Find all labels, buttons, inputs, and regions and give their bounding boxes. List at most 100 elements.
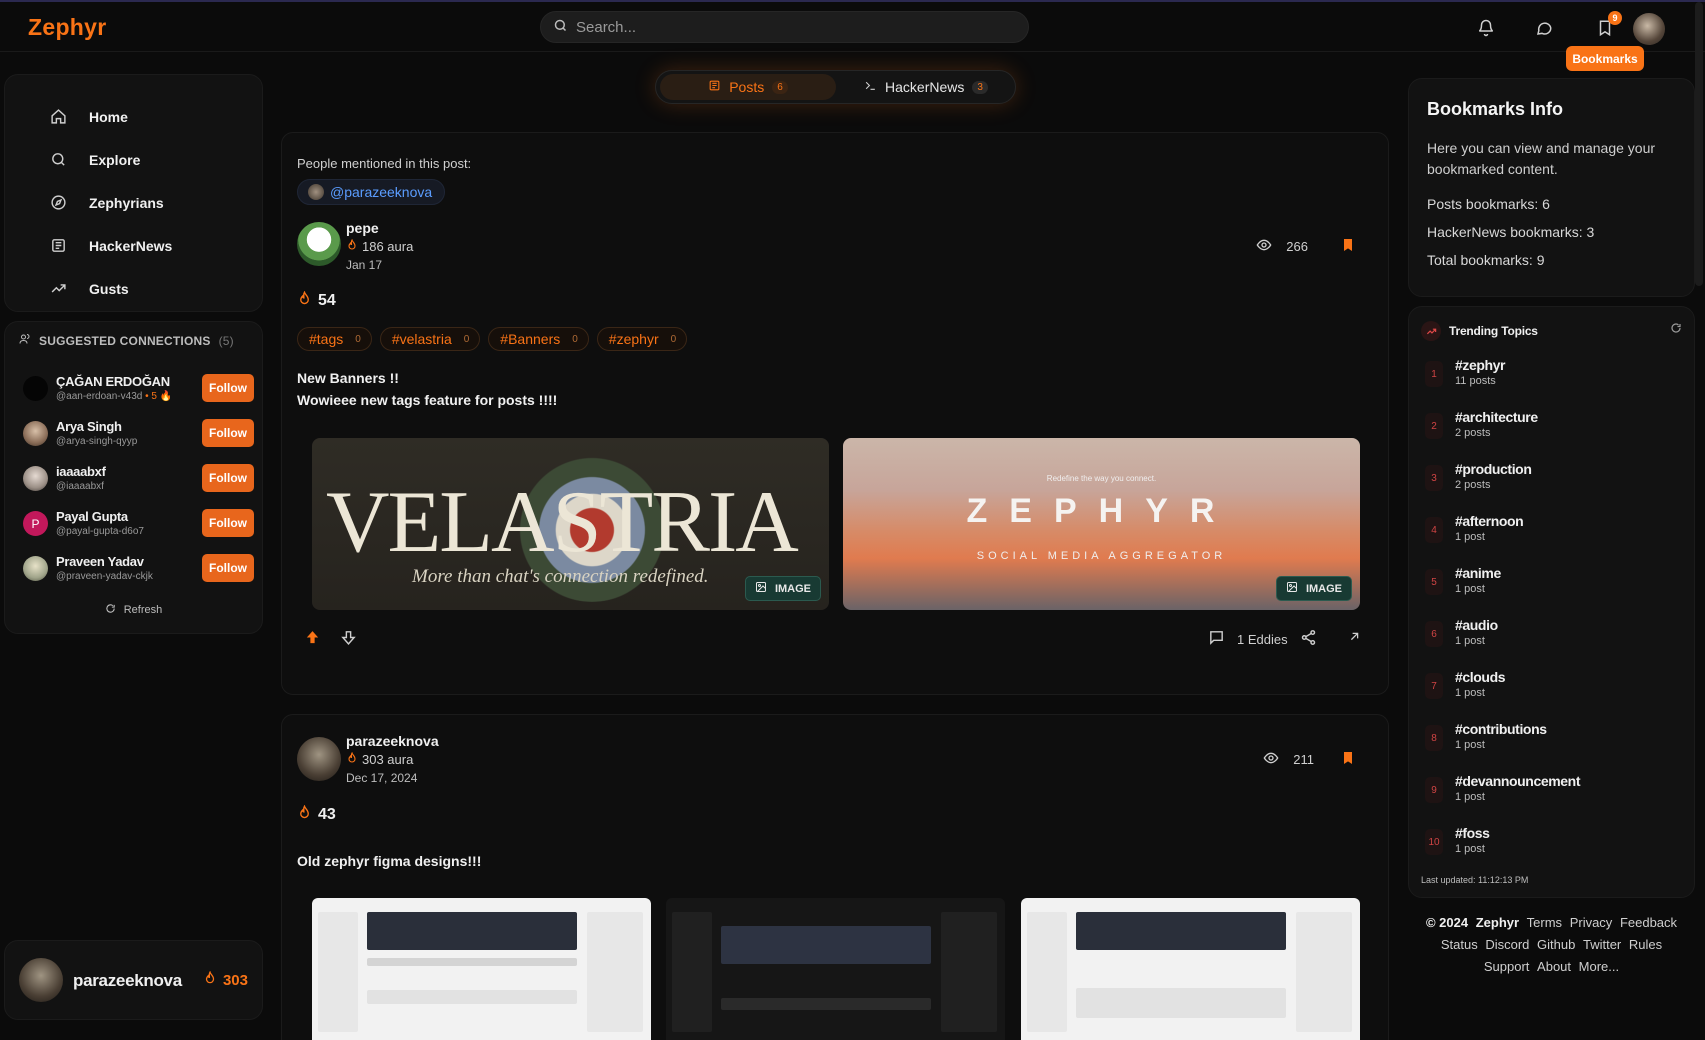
tag-chip[interactable]: #velastria 0 (379, 327, 481, 351)
downvote-icon[interactable] (340, 629, 357, 646)
bookmarks-icon[interactable]: 9 (1591, 11, 1622, 42)
tag-chip[interactable]: #Banners 0 (488, 327, 589, 351)
sidebar-item-hackernews[interactable]: HackerNews (5, 224, 262, 267)
refresh-button[interactable]: Refresh (5, 603, 262, 617)
follow-button[interactable]: Follow (202, 509, 254, 537)
avatar[interactable] (23, 376, 48, 401)
post-date: Jan 17 (346, 258, 383, 272)
messages-icon[interactable] (1530, 14, 1558, 42)
trending-item[interactable]: 9 #devannouncement 1 post (1425, 769, 1675, 813)
connection-item: Praveen Yadav @praveen-yadav-ckjk Follow (19, 548, 254, 588)
avatar[interactable] (297, 222, 341, 266)
post-body: Old zephyr figma designs!!! (297, 853, 482, 869)
current-user-name: parazeeknova (73, 971, 182, 990)
bookmark-icon[interactable] (1340, 749, 1356, 770)
banner-title: ZEPHYR (966, 492, 1237, 530)
connection-item: ÇAĞAN ERDOĞAN @aan-erdoan-v43d • 5 🔥 Fol… (19, 368, 254, 408)
connection-item: P Payal Gupta @payal-gupta-d6o7 Follow (19, 503, 254, 543)
follow-button[interactable]: Follow (202, 374, 254, 402)
footer-link[interactable]: Privacy (1570, 915, 1613, 930)
open-external-icon[interactable] (1347, 629, 1362, 644)
footer-link[interactable]: Status (1441, 937, 1478, 952)
avatar[interactable] (297, 737, 341, 781)
mention-chip[interactable]: @parazeeknova (297, 179, 446, 205)
notification-bell-icon[interactable] (1472, 14, 1500, 42)
scrollbar[interactable] (1695, 2, 1703, 286)
trending-item[interactable]: 7 #clouds 1 post (1425, 665, 1675, 709)
connection-name[interactable]: ÇAĞAN ERDOĞAN (56, 374, 170, 389)
image-badge: IMAGE (744, 576, 821, 601)
tab-posts[interactable]: Posts 6 (660, 74, 836, 100)
total-bookmarks-count: Total bookmarks: 9 (1427, 252, 1545, 268)
footer-link[interactable]: Feedback (1620, 915, 1677, 930)
suggested-connections-header: SUGGESTED CONNECTIONS (5) (19, 333, 234, 348)
post-author[interactable]: parazeeknova (346, 733, 439, 749)
search-input[interactable] (576, 18, 996, 36)
connection-name[interactable]: Praveen Yadav (56, 554, 144, 569)
post-image[interactable]: VELASTRIA More than chat's connection re… (312, 438, 829, 610)
footer-link[interactable]: Terms (1527, 915, 1562, 930)
post-image[interactable] (312, 898, 651, 1040)
image-icon (1286, 581, 1298, 596)
trending-title: Trending Topics (1449, 324, 1538, 338)
search-bar[interactable] (540, 11, 1029, 43)
flame-icon (297, 290, 312, 311)
app-logo[interactable]: Zephyr (28, 14, 106, 41)
avatar[interactable] (23, 556, 48, 581)
post-score: 43 (297, 804, 336, 825)
bookmark-icon[interactable] (1340, 236, 1356, 257)
trending-item[interactable]: 1 #zephyr 11 posts (1425, 353, 1675, 397)
comments-button[interactable]: 1 Eddies (1208, 629, 1288, 649)
follow-button[interactable]: Follow (202, 464, 254, 492)
tag-chip[interactable]: #zephyr 0 (596, 327, 688, 351)
connection-handle: @iaaaabxf (56, 481, 104, 492)
image-icon (755, 581, 767, 596)
tag-chip[interactable]: #tags 0 (297, 327, 372, 351)
connection-name[interactable]: Payal Gupta (56, 509, 128, 524)
bookmarks-tooltip: Bookmarks (1566, 46, 1644, 71)
footer-link[interactable]: Support (1484, 959, 1530, 974)
trending-item[interactable]: 3 #production 2 posts (1425, 457, 1675, 501)
connection-name[interactable]: iaaaabxf (56, 464, 106, 479)
sidebar-item-gusts[interactable]: Gusts (5, 267, 262, 310)
post-date: Dec 17, 2024 (346, 771, 418, 785)
user-avatar[interactable] (1633, 13, 1665, 45)
refresh-icon[interactable] (1670, 321, 1682, 337)
avatar[interactable] (23, 466, 48, 491)
share-icon[interactable] (1300, 629, 1317, 646)
trending-item[interactable]: 10 #foss 1 post (1425, 821, 1675, 865)
post-image[interactable]: Redefine the way you connect. ZEPHYR SOC… (843, 438, 1360, 610)
post-image[interactable] (666, 898, 1005, 1040)
tab-count: 3 (972, 80, 988, 94)
connection-item: iaaaabxf @iaaaabxf Follow (19, 458, 254, 498)
banner-subtitle: More than chat's connection redefined. (412, 566, 709, 587)
footer-link[interactable]: Twitter (1583, 937, 1621, 952)
trending-item[interactable]: 5 #anime 1 post (1425, 561, 1675, 605)
sidebar-item-home[interactable]: Home (5, 95, 262, 138)
avatar[interactable]: P (23, 511, 48, 536)
trending-item[interactable]: 2 #architecture 2 posts (1425, 405, 1675, 449)
search-icon (48, 150, 68, 170)
follow-button[interactable]: Follow (202, 554, 254, 582)
connection-name[interactable]: Arya Singh (56, 419, 122, 434)
tab-hackernews[interactable]: HackerNews 3 (840, 74, 1012, 100)
footer-link[interactable]: About (1537, 959, 1571, 974)
footer-link[interactable]: More... (1579, 959, 1619, 974)
bookmarks-info-title: Bookmarks Info (1427, 99, 1564, 119)
trending-item[interactable]: 6 #audio 1 post (1425, 613, 1675, 657)
follow-button[interactable]: Follow (202, 419, 254, 447)
trending-item[interactable]: 8 #contributions 1 post (1425, 717, 1675, 761)
post-image[interactable] (1021, 898, 1360, 1040)
sidebar-item-zephyrians[interactable]: Zephyrians (5, 181, 262, 224)
trending-item[interactable]: 4 #afternoon 1 post (1425, 509, 1675, 553)
sidebar-item-label: HackerNews (89, 237, 173, 254)
suggested-connections-count: (5) (218, 333, 234, 348)
current-user-card[interactable]: parazeeknova 303 (4, 940, 263, 1020)
footer-link[interactable]: Rules (1629, 937, 1662, 952)
avatar[interactable] (23, 421, 48, 446)
footer-link[interactable]: Discord (1485, 937, 1529, 952)
sidebar-item-explore[interactable]: Explore (5, 138, 262, 181)
upvote-icon[interactable] (304, 629, 321, 646)
post-author[interactable]: pepe (346, 220, 379, 236)
footer-link[interactable]: Github (1537, 937, 1575, 952)
